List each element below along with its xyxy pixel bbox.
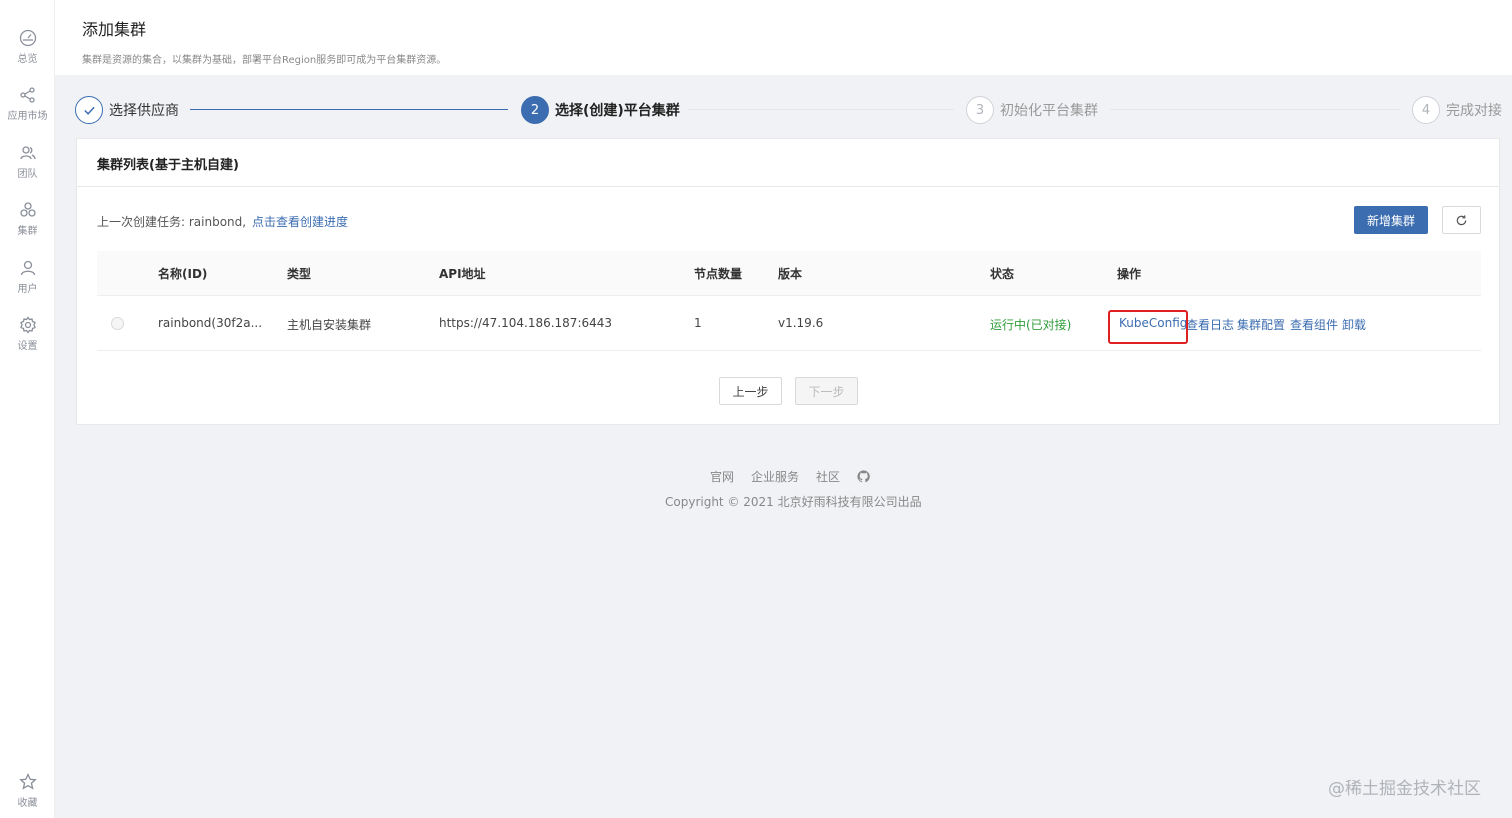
card-title: 集群列表(基于主机自建) (97, 158, 239, 173)
step-connector (190, 109, 508, 110)
step-3: 3 初始化平台集群 (966, 96, 1098, 124)
page-header: 添加集群 集群是资源的集合，以集群为基础，部署平台Region服务即可成为平台集… (55, 0, 1512, 75)
uninstall-link[interactable]: 卸载 (1342, 316, 1366, 333)
step-2: 2 选择(创建)平台集群 (521, 96, 680, 124)
step-1: 选择供应商 (75, 96, 179, 124)
sidebar-item-label: 集群 (17, 226, 38, 237)
sidebar-item-label: 团队 (17, 169, 38, 180)
sidebar-item-label: 收藏 (17, 798, 38, 809)
watermark: @稀土掘金技术社区 (1328, 779, 1481, 799)
step-connector (688, 109, 954, 110)
column-header-version: 版本 (778, 267, 803, 281)
column-header-status: 状态 (990, 267, 1015, 281)
step-title: 完成对接 (1446, 103, 1502, 119)
view-logs-link[interactable]: 查看日志 (1186, 316, 1234, 333)
refresh-button[interactable] (1442, 206, 1481, 234)
step-title: 选择(创建)平台集群 (555, 103, 680, 119)
sidebar-item-overview[interactable]: 总览 (0, 29, 55, 65)
sidebar-item-user[interactable]: 用户 (0, 259, 55, 295)
cell-status: 运行中(已对接) (990, 318, 1072, 332)
step-number: 2 (521, 96, 549, 124)
footer-links: 官网 企业服务 社区 (710, 468, 870, 485)
last-task-text: 上一次创建任务: rainbond, (97, 215, 247, 229)
next-step-button[interactable]: 下一步 (795, 377, 858, 405)
step-number: 4 (1412, 96, 1440, 124)
cell-nodes: 1 (694, 316, 702, 330)
sidebar-item-label: 总览 (17, 54, 38, 65)
check-icon (75, 96, 103, 124)
column-header-type: 类型 (287, 267, 312, 281)
view-components-link[interactable]: 查看组件 (1290, 316, 1338, 333)
team-icon (19, 146, 36, 160)
sidebar-item-cluster[interactable]: 集群 (0, 201, 55, 237)
step-connector (1110, 109, 1400, 110)
add-cluster-button[interactable]: 新增集群 (1354, 206, 1428, 234)
table-row: rainbond(30f2a... 主机自安装集群 https://47.104… (97, 296, 1481, 351)
cell-type: 主机自安装集群 (287, 318, 372, 332)
cell-version: v1.19.6 (778, 316, 824, 330)
card-header: 集群列表(基于主机自建) (77, 139, 1499, 187)
cluster-config-link[interactable]: 集群配置 (1237, 316, 1285, 333)
sidebar-item-label: 应用市场 (7, 111, 48, 122)
cell-api: https://47.104.186.187:6443 (439, 316, 613, 330)
highlight-box (1108, 310, 1188, 344)
gear-icon (19, 316, 36, 334)
column-header-api: API地址 (439, 267, 486, 281)
row-select-radio[interactable] (111, 317, 124, 330)
column-header-name: 名称(ID) (158, 267, 208, 281)
column-header-nodes: 节点数量 (694, 267, 743, 281)
sidebar-item-market[interactable]: 应用市场 (0, 86, 55, 122)
step-number: 3 (966, 96, 994, 124)
cluster-list-card: 集群列表(基于主机自建) 上一次创建任务: rainbond, 点击查看创建进度… (76, 138, 1500, 425)
refresh-icon (1456, 214, 1467, 225)
user-icon (20, 260, 35, 276)
footer-link-enterprise[interactable]: 企业服务 (751, 468, 799, 485)
share-icon (19, 87, 35, 103)
footer-link-website[interactable]: 官网 (710, 468, 734, 485)
sidebar-item-settings[interactable]: 设置 (0, 316, 55, 352)
page-title: 添加集群 (82, 20, 147, 39)
step-title: 选择供应商 (109, 103, 179, 119)
prev-step-button[interactable]: 上一步 (719, 377, 782, 405)
copyright: Copyright © 2021 北京好雨科技有限公司出品 (665, 495, 922, 509)
page-description: 集群是资源的集合，以集群为基础，部署平台Region服务即可成为平台集群资源。 (82, 55, 447, 66)
star-icon (18, 773, 37, 790)
github-icon[interactable] (857, 470, 870, 483)
sidebar-item-label: 设置 (17, 341, 38, 352)
sidebar-item-favorite[interactable]: 收藏 (0, 773, 55, 809)
dashboard-icon (19, 29, 36, 47)
sidebar-item-label: 用户 (17, 284, 38, 295)
sidebar: 总览 应用市场 团队 集群 用户 设置 收藏 (0, 0, 55, 818)
cell-name: rainbond(30f2a... (158, 316, 263, 330)
footer-link-community[interactable]: 社区 (816, 468, 840, 485)
column-header-actions: 操作 (1117, 267, 1142, 281)
view-progress-link[interactable]: 点击查看创建进度 (252, 213, 348, 230)
table-header: 名称(ID) 类型 API地址 节点数量 版本 状态 操作 (97, 251, 1481, 296)
cluster-icon (19, 202, 36, 217)
sidebar-item-team[interactable]: 团队 (0, 144, 55, 180)
step-4: 4 完成对接 (1412, 96, 1502, 124)
step-title: 初始化平台集群 (1000, 103, 1098, 119)
